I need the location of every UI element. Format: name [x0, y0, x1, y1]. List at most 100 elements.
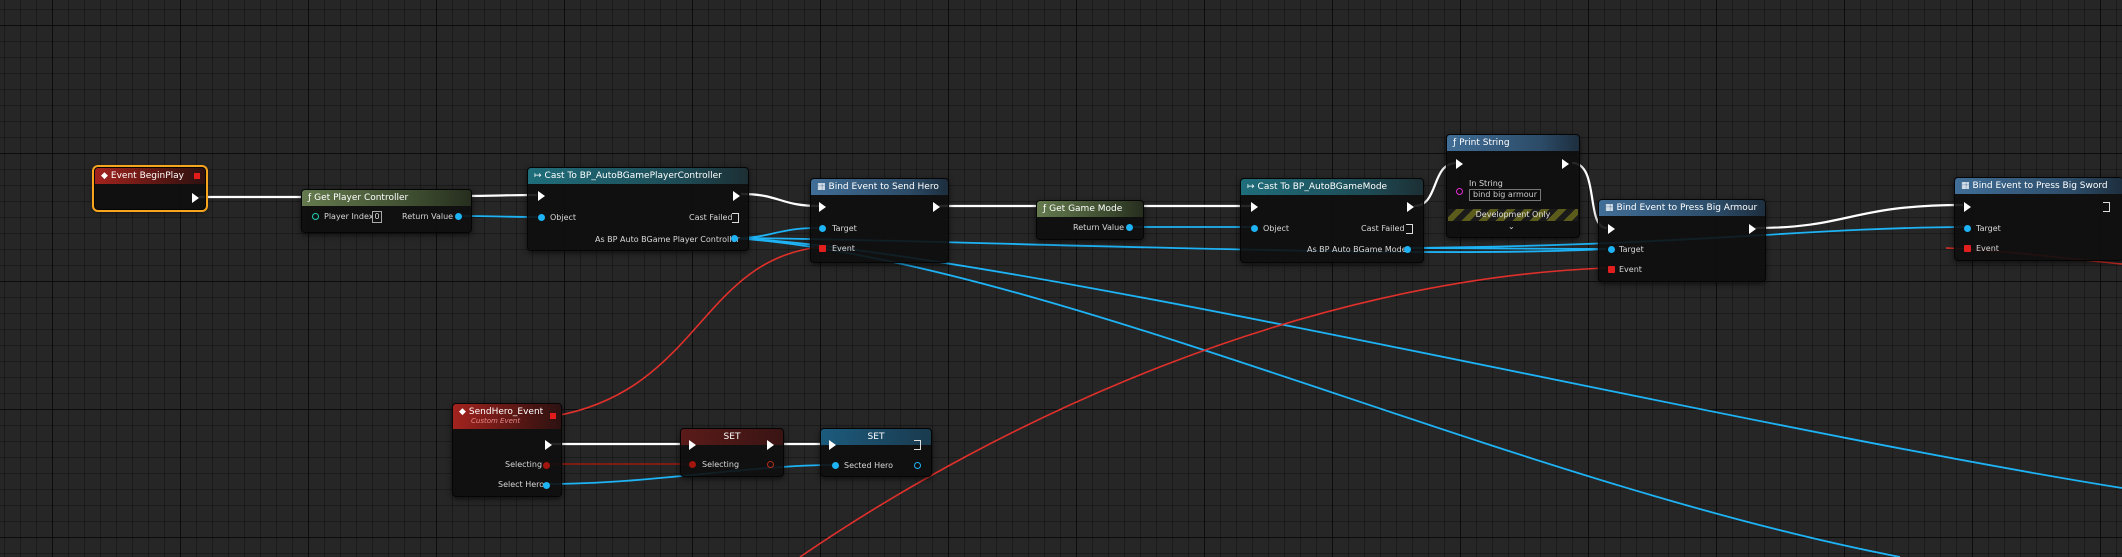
- node-header: ▦ Bind Event to Press Big Sword: [1955, 178, 2122, 194]
- sected-hero-in-pin[interactable]: [832, 462, 839, 469]
- target-label: Target: [832, 224, 857, 233]
- selecting-label: Selecting: [702, 460, 740, 469]
- node-header: ƒ Get Game Mode: [1037, 201, 1143, 217]
- cast-failed-pin[interactable]: [1406, 224, 1413, 234]
- function-f-icon: ƒ: [308, 193, 312, 203]
- target-pin[interactable]: [1964, 225, 1971, 232]
- exec-in-pin[interactable]: [538, 191, 545, 201]
- exec-out-pin[interactable]: [733, 191, 740, 201]
- target-label: Target: [1619, 245, 1644, 254]
- exec-out-pin[interactable]: [2103, 202, 2110, 212]
- target-pin[interactable]: [819, 225, 826, 232]
- node-title: Bind Event to Press Big Armour: [1616, 203, 1758, 213]
- return-value-label: Return Value: [1073, 223, 1125, 232]
- selecting-pin[interactable]: [543, 462, 550, 469]
- event-pin[interactable]: [819, 245, 826, 252]
- node-event-begin-play[interactable]: ◆ Event BeginPlay: [92, 165, 208, 212]
- node-send-hero-event[interactable]: ◆ SendHero_Event Custom Event Selecting S…: [452, 403, 562, 497]
- node-print-string[interactable]: ƒ Print String In String bind big armour …: [1446, 134, 1580, 238]
- node-header: ƒ Get Player Controller: [302, 190, 471, 206]
- object-pin[interactable]: [1251, 225, 1258, 232]
- bind-grid-icon: ▦: [817, 182, 826, 192]
- event-label: Event: [1619, 265, 1642, 274]
- cast-failed-pin[interactable]: [732, 213, 739, 223]
- exec-in-pin[interactable]: [1964, 202, 1971, 212]
- delegate-square-icon: [194, 173, 200, 179]
- node-bind-press-big-armour[interactable]: ▦ Bind Event to Press Big Armour Target E…: [1598, 199, 1766, 282]
- exec-out-pin[interactable]: [914, 440, 921, 450]
- event-diamond-icon: ◆: [101, 171, 108, 181]
- node-title: SET: [867, 432, 885, 442]
- exec-in-pin[interactable]: [829, 440, 836, 450]
- expand-arrow-icon[interactable]: ⌄: [1508, 222, 1515, 231]
- event-label: Event: [1976, 244, 1999, 253]
- target-pin[interactable]: [1608, 246, 1615, 253]
- wire-as-player-controller-far-1: [732, 237, 2122, 489]
- node-header: ▦ Bind Event to Send Hero: [811, 179, 948, 195]
- node-bind-send-hero[interactable]: ▦ Bind Event to Send Hero Target Event: [810, 178, 949, 263]
- in-string-pin[interactable]: [1456, 188, 1463, 195]
- as-output-pin[interactable]: [731, 235, 738, 242]
- cast-arrows-icon: ↦: [1247, 182, 1255, 192]
- in-string-field[interactable]: bind big armour: [1469, 189, 1542, 201]
- node-header: ƒ Print String: [1447, 135, 1579, 151]
- target-label: Target: [1976, 224, 2001, 233]
- node-title: Print String: [1459, 138, 1510, 148]
- event-label: Event: [832, 244, 855, 253]
- object-pin[interactable]: [538, 214, 545, 221]
- node-title: Bind Event to Send Hero: [828, 182, 939, 192]
- wire-exec-7: [1754, 203, 1964, 230]
- wire-as-player-controller-far-2: [732, 237, 1901, 557]
- as-output-pin[interactable]: [1404, 246, 1411, 253]
- select-hero-pin[interactable]: [543, 482, 550, 489]
- node-subtitle: Custom Event: [471, 417, 521, 425]
- return-value-label: Return Value: [402, 212, 454, 221]
- node-set-sected-hero[interactable]: SET Sected Hero: [820, 428, 932, 477]
- return-value-pin[interactable]: [1126, 224, 1133, 231]
- node-title: Cast To BP_AutoBGamePlayerController: [544, 171, 722, 181]
- exec-out-pin[interactable]: [1749, 224, 1756, 234]
- player-index-label: Player Index: [324, 212, 374, 221]
- sected-hero-label: Sected Hero: [844, 461, 894, 470]
- sected-hero-out-pin[interactable]: [914, 462, 921, 469]
- player-index-field[interactable]: 0: [372, 211, 382, 223]
- node-get-player-controller[interactable]: ƒ Get Player Controller Player Index 0 Re…: [301, 189, 472, 233]
- exec-in-pin[interactable]: [689, 440, 696, 450]
- select-hero-label: Select Hero: [498, 480, 545, 489]
- node-bind-press-big-sword[interactable]: ▦ Bind Event to Press Big Sword Target Ev…: [1954, 177, 2122, 261]
- exec-out-pin[interactable]: [933, 202, 940, 212]
- player-index-pin[interactable]: [312, 213, 319, 220]
- cast-failed-label: Cast Failed: [689, 213, 733, 222]
- event-pin[interactable]: [1964, 245, 1971, 252]
- node-title: Get Game Mode: [1049, 204, 1123, 214]
- wire-exec-3: [740, 192, 820, 208]
- node-set-selecting[interactable]: SET Selecting: [680, 428, 784, 477]
- exec-out-pin[interactable]: [767, 440, 774, 450]
- exec-out-pin[interactable]: [1562, 159, 1569, 169]
- selecting-out-pin[interactable]: [767, 461, 774, 468]
- event-diamond-icon: ◆: [459, 407, 466, 417]
- node-cast-player-controller[interactable]: ↦ Cast To BP_AutoBGamePlayerController Ob…: [527, 167, 749, 251]
- selecting-in-pin[interactable]: [689, 461, 696, 468]
- node-title: Get Player Controller: [314, 193, 409, 203]
- node-title: Cast To BP_AutoBGameMode: [1257, 182, 1388, 192]
- cast-arrows-icon: ↦: [534, 171, 542, 181]
- node-header: ▦ Bind Event to Press Big Armour: [1599, 200, 1765, 216]
- return-value-pin[interactable]: [455, 213, 462, 220]
- exec-out-pin[interactable]: [1407, 202, 1414, 212]
- exec-out-pin[interactable]: [545, 440, 552, 450]
- node-header: ◆ Event BeginPlay: [95, 168, 205, 184]
- node-cast-game-mode[interactable]: ↦ Cast To BP_AutoBGameMode Object Cast Fa…: [1240, 178, 1424, 263]
- node-title: Event BeginPlay: [110, 171, 184, 181]
- exec-in-pin[interactable]: [1456, 159, 1463, 169]
- event-pin[interactable]: [1608, 266, 1615, 273]
- cast-failed-label: Cast Failed: [1361, 224, 1405, 233]
- node-title: SET: [723, 432, 741, 442]
- selecting-label: Selecting: [505, 460, 543, 469]
- exec-in-pin[interactable]: [1251, 202, 1258, 212]
- node-get-game-mode[interactable]: ƒ Get Game Mode Return Value: [1036, 200, 1144, 240]
- node-title: SendHero_Event: [468, 407, 544, 417]
- exec-in-pin[interactable]: [1608, 224, 1615, 234]
- exec-in-pin[interactable]: [819, 202, 826, 212]
- exec-out-pin[interactable]: [192, 193, 199, 203]
